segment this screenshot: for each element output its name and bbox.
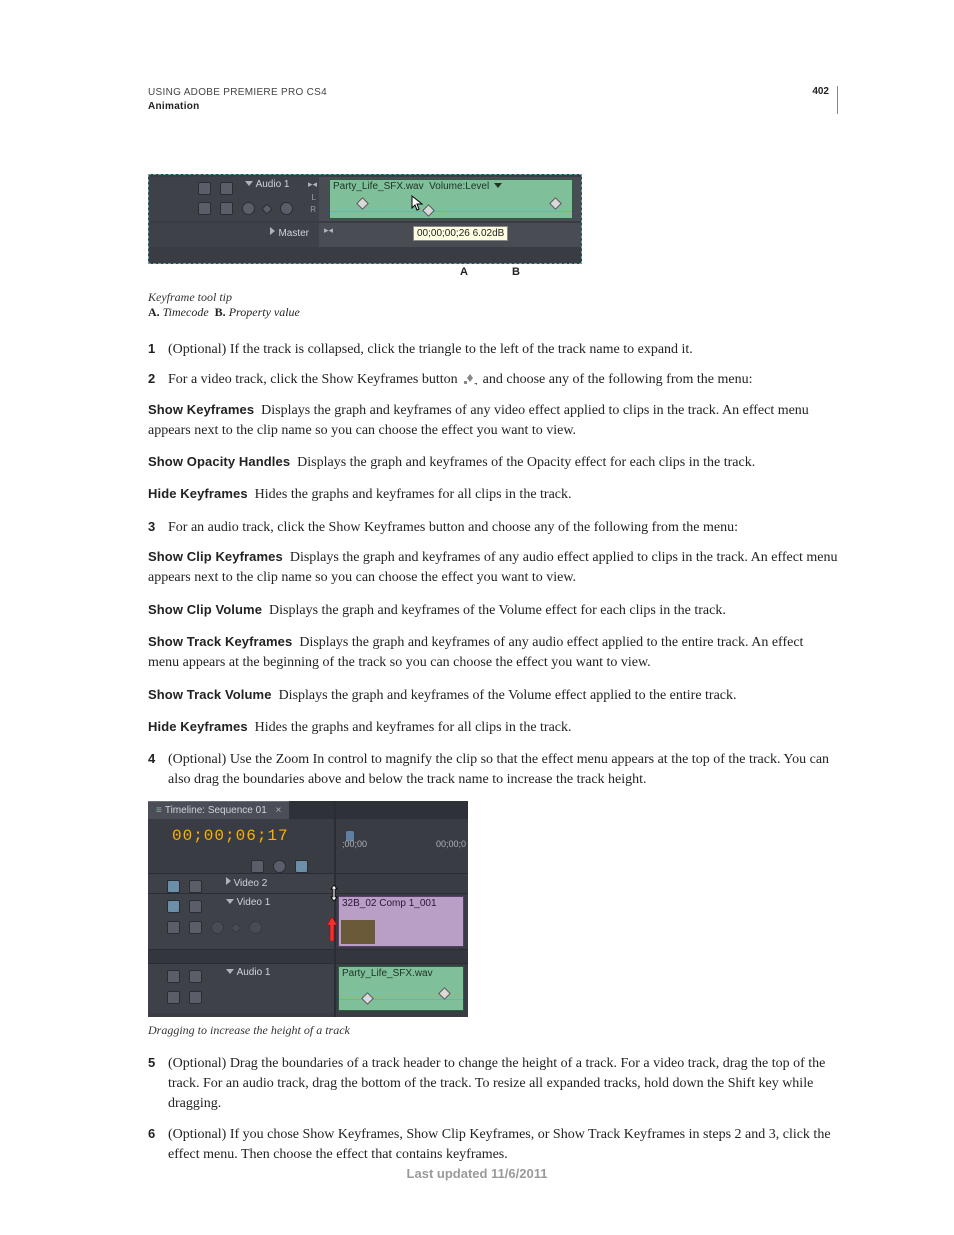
def-show-clip-volume: Show Clip Volume Displays the graph and … bbox=[148, 601, 838, 621]
track-audio1-label: Audio 1 bbox=[237, 967, 271, 978]
show-keyframes-button-icon bbox=[463, 373, 477, 385]
marker-icon bbox=[273, 860, 286, 873]
show-keyframes-icon bbox=[189, 991, 202, 1004]
keyframe-node bbox=[356, 197, 369, 210]
audio-clip: Party_Life_SFX.wav bbox=[338, 966, 464, 1011]
marker-b-label: B bbox=[512, 266, 520, 278]
def-show-clip-keyframes: Show Clip Keyframes Displays the graph a… bbox=[148, 548, 838, 589]
pointer-cursor-icon bbox=[411, 195, 425, 213]
time-ruler: ;00;00 00;00;0 bbox=[336, 837, 468, 861]
keyframe-tooltip: 00;00;00;26 6.02dB bbox=[413, 226, 508, 241]
def-show-keyframes: Show Keyframes Displays the graph and ke… bbox=[148, 401, 838, 442]
step-4: 4 (Optional) Use the Zoom In control to … bbox=[148, 750, 838, 791]
track-master-label: Master bbox=[278, 228, 309, 239]
tooltip-value: 6.02dB bbox=[473, 228, 505, 239]
page-header: USING ADOBE PREMIERE PRO CS4 Animation 4… bbox=[148, 86, 838, 114]
close-icon: × bbox=[276, 805, 282, 816]
def-hide-keyframes-1: Hide Keyframes Hides the graphs and keyf… bbox=[148, 485, 838, 505]
figure-keyframe-tooltip: Audio 1 ▸◂ L R Party_Life_SFX.w bbox=[148, 174, 838, 284]
display-mode-icon bbox=[167, 921, 180, 934]
tooltip-timecode: 00;00;00;26 bbox=[417, 228, 470, 239]
figure1-caption-title: Keyframe tool tip bbox=[148, 290, 838, 305]
figure1-caption-keys: A. Timecode B. Property value bbox=[148, 305, 838, 320]
speaker-icon bbox=[167, 970, 180, 983]
prev-keyframe-icon bbox=[211, 921, 224, 934]
marker-a-label: A bbox=[460, 266, 468, 278]
step-2: 2 For a video track, click the Show Keyf… bbox=[148, 370, 838, 390]
track-video2-label: Video 2 bbox=[234, 878, 268, 889]
keyframe-node bbox=[361, 992, 374, 1005]
next-keyframe-icon bbox=[249, 921, 262, 934]
track-video1-label: Video 1 bbox=[237, 897, 271, 908]
header-title: USING ADOBE PREMIERE PRO CS4 bbox=[148, 86, 327, 100]
snap-icon bbox=[251, 860, 264, 873]
lock-icon bbox=[189, 970, 202, 983]
def-show-opacity: Show Opacity Handles Displays the graph … bbox=[148, 453, 838, 473]
show-keyframes-icon bbox=[220, 202, 233, 215]
step-1: 1 (Optional) If the track is collapsed, … bbox=[148, 340, 838, 360]
def-show-track-volume: Show Track Volume Displays the graph and… bbox=[148, 686, 838, 706]
clip-name: 32B_02 Comp 1_001 bbox=[342, 898, 437, 909]
set-encore-icon bbox=[295, 860, 308, 873]
lock-icon bbox=[189, 880, 202, 893]
red-up-arrow-icon bbox=[326, 917, 338, 941]
track-audio-label: Audio 1 bbox=[256, 179, 290, 190]
clip-effect-menu: Volume:Level bbox=[429, 181, 489, 192]
display-mode-icon bbox=[198, 202, 211, 215]
keyframe-diamond-icon bbox=[262, 203, 273, 214]
eye-icon bbox=[167, 900, 180, 913]
prev-keyframe-icon bbox=[242, 202, 255, 215]
show-keyframes-icon bbox=[189, 921, 202, 934]
clip-name: Party_Life_SFX.wav bbox=[342, 968, 433, 979]
figure2-caption: Dragging to increase the height of a tra… bbox=[148, 1023, 838, 1038]
page-number: 402 bbox=[812, 86, 829, 97]
step-3: 3 For an audio track, click the Show Key… bbox=[148, 518, 838, 538]
keyframe-node bbox=[438, 987, 451, 1000]
next-keyframe-icon bbox=[280, 202, 293, 215]
collapse-icon: ▸◂ bbox=[308, 179, 317, 190]
keyframe-node bbox=[549, 197, 562, 210]
clip-name: Party_Life_SFX.wav bbox=[333, 181, 424, 192]
footer-last-updated: Last updated 11/6/2011 bbox=[0, 1166, 954, 1181]
speaker-icon bbox=[198, 182, 211, 195]
figure-track-resize: ≡Timeline: Sequence 01 × 00;00;06;17 ;00… bbox=[148, 801, 838, 1017]
video-clip: 32B_02 Comp 1_001 bbox=[338, 896, 464, 947]
resize-vertical-cursor-icon bbox=[326, 885, 342, 901]
display-mode-icon bbox=[167, 991, 180, 1004]
audio-clip: Party_Life_SFX.wav Volume:Level bbox=[329, 179, 573, 219]
step-6: 6 (Optional) If you chose Show Keyframes… bbox=[148, 1125, 838, 1166]
step-5: 5 (Optional) Drag the boundaries of a tr… bbox=[148, 1054, 838, 1115]
lock-icon bbox=[220, 182, 233, 195]
header-section: Animation bbox=[148, 100, 327, 114]
lock-icon bbox=[189, 900, 202, 913]
def-hide-keyframes-2: Hide Keyframes Hides the graphs and keyf… bbox=[148, 718, 838, 738]
def-show-track-keyframes: Show Track Keyframes Displays the graph … bbox=[148, 633, 838, 674]
eye-icon bbox=[167, 880, 180, 893]
timeline-panel-tab: ≡Timeline: Sequence 01 × bbox=[148, 801, 289, 819]
keyframe-diamond-icon bbox=[231, 922, 242, 933]
